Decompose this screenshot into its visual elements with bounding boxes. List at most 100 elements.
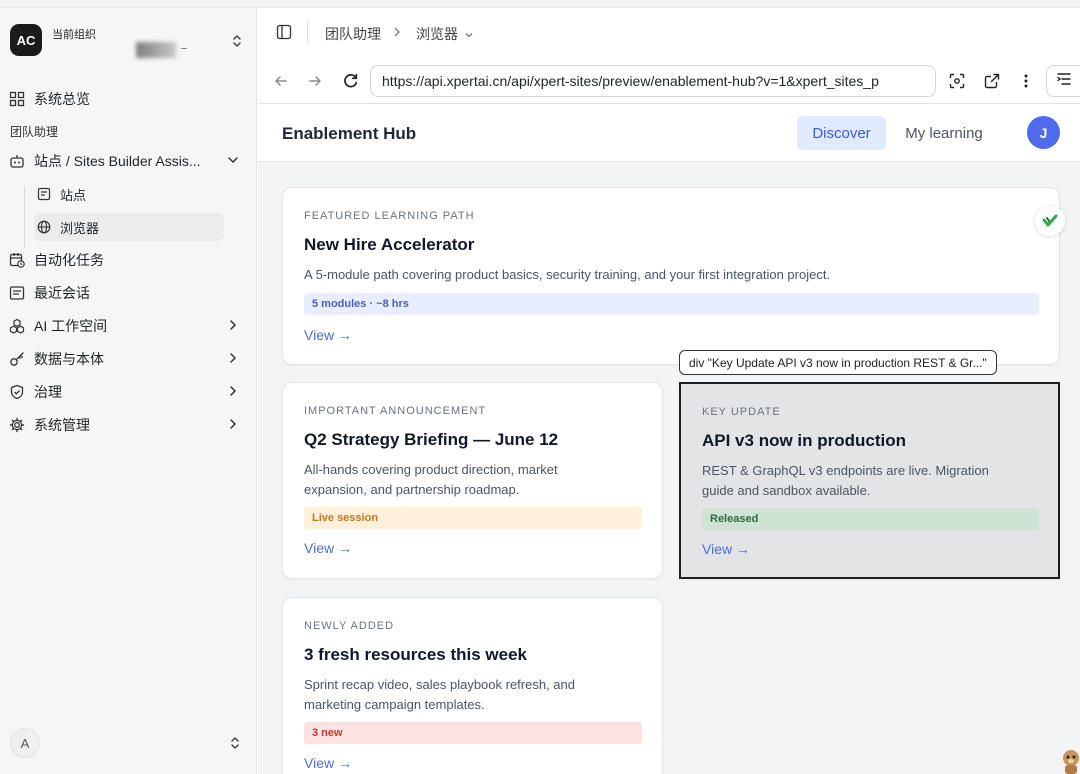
- card-description-line: guide and sandbox available.: [702, 483, 871, 498]
- sidebar-item-recent-chats[interactable]: 最近会话: [8, 278, 246, 308]
- page-title: Enablement Hub: [282, 124, 417, 143]
- chevron-right-icon: [391, 25, 403, 37]
- sidebar-section-label: 团队助理: [10, 125, 59, 139]
- back-icon[interactable]: [272, 72, 290, 90]
- sidebar-toggle-icon[interactable]: [276, 24, 292, 40]
- sidebar-subitem-browser[interactable]: 浏览器: [34, 213, 224, 241]
- chevron-down-icon[interactable]: [226, 153, 240, 167]
- chevron-right-icon[interactable]: [226, 351, 240, 365]
- sidebar-item-governance[interactable]: 治理: [8, 377, 246, 407]
- external-link-icon[interactable]: [983, 72, 1001, 90]
- card-eyebrow: FEATURED LEARNING PATH: [304, 210, 475, 222]
- tree-line: [24, 186, 25, 248]
- sidebar: AC 当前组织 系统总览 团队助理 站点 / Sites Builder Ass…: [0, 8, 257, 774]
- card-description: A 5-module path covering product basics,…: [304, 267, 831, 282]
- more-vertical-icon[interactable]: [1017, 72, 1035, 90]
- sidebar-item-label: AI 工作空间: [34, 318, 108, 334]
- status-badge: 3 new: [304, 722, 642, 744]
- forward-icon[interactable]: [306, 72, 324, 90]
- key-icon: [8, 350, 26, 368]
- view-link[interactable]: View →: [304, 540, 352, 556]
- sidebar-item-label: 系统总览: [34, 91, 90, 107]
- page-preview: Enablement Hub Discover My learning J FE…: [258, 105, 1080, 774]
- browser-toolbar: https://api.xpertai.cn/api/xpert-sites/p…: [258, 58, 1080, 104]
- grid-icon: [8, 90, 26, 108]
- sidebar-item-label: 治理: [34, 384, 62, 400]
- tab-my-learning[interactable]: My learning: [896, 116, 992, 150]
- user-menu[interactable]: A: [10, 728, 245, 760]
- sidebar-item-label: 浏览器: [60, 220, 100, 236]
- main-header: 团队助理 浏览器: [258, 8, 1080, 58]
- header-divider: [307, 21, 308, 43]
- view-link[interactable]: View →: [304, 755, 352, 771]
- avatar[interactable]: J: [1027, 116, 1060, 149]
- status-badge: Live session: [304, 507, 642, 529]
- list-indent-icon: [1056, 71, 1072, 92]
- sidebar-item-label: 站点 / Sites Builder Assis...: [34, 153, 201, 169]
- org-switcher[interactable]: AC 当前组织: [10, 24, 245, 68]
- view-link[interactable]: View →: [702, 541, 750, 557]
- card-important-announcement[interactable]: IMPORTANT ANNOUNCEMENT Q2 Strategy Brief…: [282, 382, 663, 579]
- bot-icon: [8, 152, 26, 170]
- card-key-update[interactable]: KEY UPDATE API v3 now in production REST…: [679, 382, 1060, 579]
- chevrons-up-down-icon[interactable]: [229, 734, 245, 754]
- sidebar-item-label: 自动化任务: [34, 252, 104, 268]
- sidebar-item-site-builder[interactable]: 站点 / Sites Builder Assis...: [8, 146, 246, 176]
- sidebar-item-label: 系统管理: [34, 417, 90, 433]
- card-eyebrow: KEY UPDATE: [702, 406, 781, 418]
- sidebar-item-ai-workspace[interactable]: AI 工作空间: [8, 311, 246, 341]
- card-description-line: All-hands covering product direction, ma…: [304, 462, 558, 477]
- card-description-line: expansion, and partnership roadmap.: [304, 482, 520, 497]
- sidebar-item-label: 数据与本体: [34, 351, 104, 367]
- shield-check-icon: [8, 383, 26, 401]
- chevrons-up-down-icon[interactable]: [229, 32, 245, 52]
- status-badge: 5 modules · ~8 hrs: [304, 293, 1039, 315]
- card-description: REST & GraphQL v3 endpoints are live. Mi…: [702, 461, 989, 501]
- card-newly-added[interactable]: NEWLY ADDED 3 fresh resources this week …: [282, 597, 663, 774]
- chevron-down-icon[interactable]: [464, 27, 474, 38]
- screenshot-icon[interactable]: [948, 72, 966, 90]
- sidebar-item-overview[interactable]: 系统总览: [8, 84, 246, 114]
- window-top-strip: [0, 0, 1080, 8]
- calendar-clock-icon: [8, 251, 26, 269]
- card-description-line: Sprint recap video, sales playbook refre…: [304, 677, 575, 692]
- chevron-right-icon[interactable]: [226, 384, 240, 398]
- gear-icon: [8, 416, 26, 434]
- card-title: New Hire Accelerator: [304, 235, 475, 254]
- org-avatar: AC: [10, 24, 42, 56]
- tab-discover[interactable]: Discover: [797, 116, 886, 150]
- sidebar-item-system-admin[interactable]: 系统管理: [8, 410, 246, 440]
- user-avatar: A: [10, 728, 40, 758]
- breadcrumb-item[interactable]: 团队助理: [325, 24, 381, 44]
- boxes-icon: [8, 317, 26, 335]
- org-name-redacted: [136, 42, 176, 58]
- view-link[interactable]: View →: [304, 327, 352, 343]
- card-description-line: marketing campaign templates.: [304, 697, 485, 712]
- checkmark-badge-icon[interactable]: [1035, 206, 1065, 236]
- sidebar-item-label: 站点: [60, 187, 87, 203]
- card-title: Q2 Strategy Briefing — June 12: [304, 430, 559, 449]
- card-description-line: REST & GraphQL v3 endpoints are live. Mi…: [702, 463, 989, 478]
- reload-icon[interactable]: [341, 72, 359, 90]
- sidebar-item-data-ontology[interactable]: 数据与本体: [8, 344, 246, 374]
- org-label: 当前组织: [52, 29, 96, 41]
- card-eyebrow: NEWLY ADDED: [304, 620, 395, 632]
- panel-toggle-button[interactable]: [1046, 65, 1080, 97]
- mascot-icon[interactable]: [1062, 748, 1080, 774]
- main-area: 团队助理 浏览器 https://api.xpertai.cn/api/xper…: [258, 8, 1080, 774]
- card-featured-learning-path[interactable]: FEATURED LEARNING PATH New Hire Accelera…: [282, 187, 1060, 365]
- sidebar-item-automation[interactable]: 自动化任务: [8, 245, 246, 275]
- status-badge: Released: [702, 508, 1039, 530]
- sidebar-subitem-sites[interactable]: 站点: [34, 180, 224, 208]
- chevron-right-icon[interactable]: [226, 318, 240, 332]
- card-title: 3 fresh resources this week: [304, 645, 528, 664]
- url-input[interactable]: https://api.xpertai.cn/api/xpert-sites/p…: [370, 65, 936, 97]
- url-text: https://api.xpertai.cn/api/xpert-sites/p…: [382, 73, 879, 89]
- card-description: All-hands covering product direction, ma…: [304, 460, 558, 500]
- org-name-redacted-suffix: [181, 48, 187, 49]
- chevron-right-icon[interactable]: [226, 417, 240, 431]
- card-description: Sprint recap video, sales playbook refre…: [304, 675, 575, 715]
- card-eyebrow: IMPORTANT ANNOUNCEMENT: [304, 405, 487, 417]
- breadcrumb-current[interactable]: 浏览器: [416, 24, 458, 44]
- sidebar-item-label: 最近会话: [34, 285, 90, 301]
